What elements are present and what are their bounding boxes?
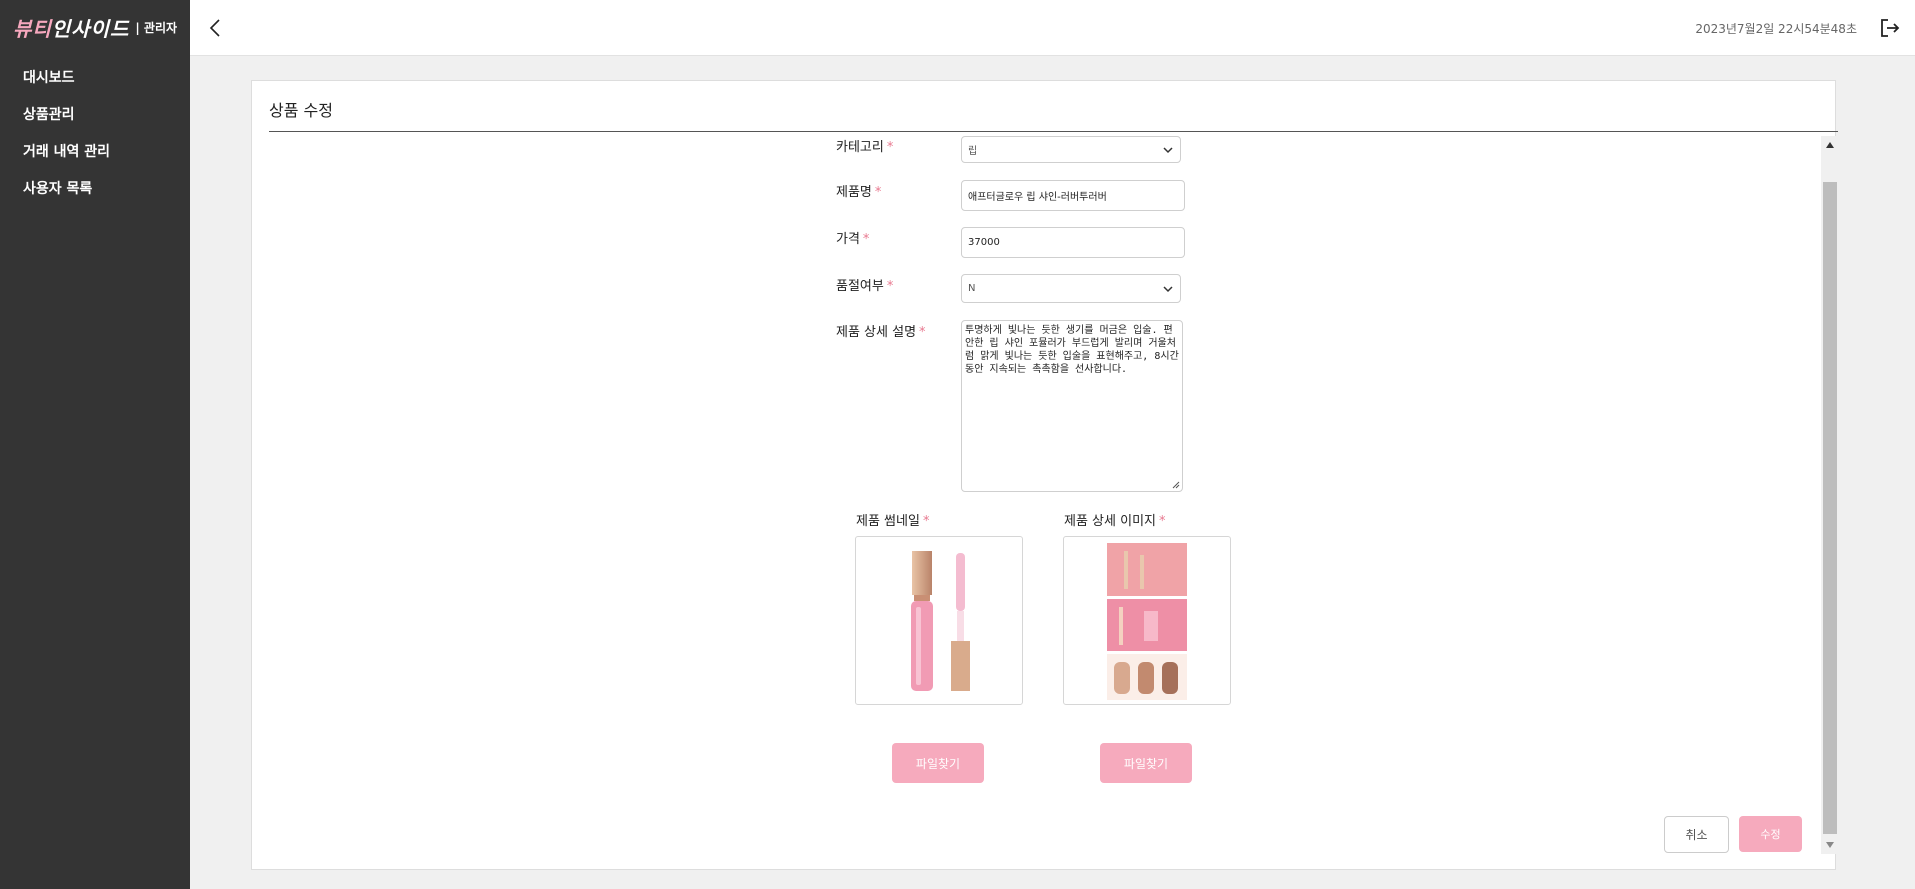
logo-text: 뷰티인사이드 bbox=[12, 16, 130, 41]
description-textarea[interactable]: 투명하게 빛나는 듯한 생기를 머금은 입술. 편안한 립 샤인 포뮬러가 부드… bbox=[961, 320, 1183, 492]
current-datetime: 2023년7월2일 22시54분48초 bbox=[1695, 22, 1857, 36]
chevron-left-icon[interactable] bbox=[204, 16, 228, 40]
detail-collage-image bbox=[1107, 543, 1187, 700]
name-label: 제품명 * bbox=[836, 185, 882, 200]
scroll-down-icon[interactable] bbox=[1821, 836, 1839, 854]
detail-image-file-button[interactable]: 파일찾기 bbox=[1100, 743, 1192, 783]
category-label: 카테고리 * bbox=[836, 140, 894, 155]
category-value: 립 bbox=[968, 146, 978, 157]
chevron-down-icon bbox=[1163, 146, 1173, 153]
detail-image-preview bbox=[1063, 536, 1231, 705]
chevron-down-icon bbox=[1163, 285, 1173, 292]
sidebar-item-products[interactable]: 상품관리 bbox=[0, 97, 190, 134]
description-text: 투명하게 빛나는 듯한 생기를 머금은 입술. 편안한 립 샤인 포뮬러가 부드… bbox=[965, 325, 1179, 375]
product-name-input[interactable]: 애프터글로우 립 샤인-러버투러버 bbox=[961, 180, 1185, 211]
form-scrollbar[interactable] bbox=[1821, 136, 1839, 854]
detail-image-label: 제품 상세 이미지 * bbox=[1064, 514, 1166, 529]
logo[interactable]: 뷰티인사이드 | 관리자 bbox=[0, 0, 190, 54]
sidebar-item-dashboard[interactable]: 대시보드 bbox=[0, 60, 190, 97]
sidebar-item-transactions[interactable]: 거래 내역 관리 bbox=[0, 134, 190, 171]
price-input[interactable]: 37000 bbox=[961, 227, 1185, 258]
submit-button[interactable]: 수정 bbox=[1739, 816, 1802, 852]
product-edit-card: 상품 수정 카테고리 * 립 제품명 * 애프터글로우 립 샤인-러버투러버 가격 *… bbox=[251, 80, 1839, 870]
cancel-button[interactable]: 취소 bbox=[1664, 816, 1729, 853]
logout-icon[interactable] bbox=[1879, 17, 1901, 39]
scroll-up-icon[interactable] bbox=[1821, 136, 1839, 154]
thumbnail-label: 제품 썸네일 * bbox=[856, 514, 930, 529]
logo-subtitle: | 관리자 bbox=[135, 20, 178, 35]
thumbnail-file-button[interactable]: 파일찾기 bbox=[892, 743, 984, 783]
soldout-label: 품절여부 * bbox=[836, 279, 894, 294]
sidebar: 뷰티인사이드 | 관리자 대시보드 상품관리 거래 내역 관리 사용자 목록 bbox=[0, 0, 190, 889]
price-label: 가격 * bbox=[836, 232, 870, 247]
title-divider bbox=[269, 131, 1838, 132]
lipgloss-thumbnail-image bbox=[911, 551, 970, 691]
resize-handle-icon[interactable] bbox=[1172, 481, 1180, 489]
top-bar: 2023년7월2일 22시54분48초 bbox=[190, 0, 1915, 56]
thumbnail-preview bbox=[855, 536, 1023, 705]
category-select[interactable]: 립 bbox=[961, 136, 1181, 163]
sidebar-nav: 대시보드 상품관리 거래 내역 관리 사용자 목록 bbox=[0, 60, 190, 208]
soldout-select[interactable]: N bbox=[961, 274, 1181, 303]
scroll-thumb[interactable] bbox=[1823, 182, 1837, 834]
description-label: 제품 상세 설명 * bbox=[836, 325, 926, 340]
sidebar-item-users[interactable]: 사용자 목록 bbox=[0, 171, 190, 208]
page-title: 상품 수정 bbox=[269, 101, 333, 120]
soldout-value: N bbox=[968, 283, 976, 294]
